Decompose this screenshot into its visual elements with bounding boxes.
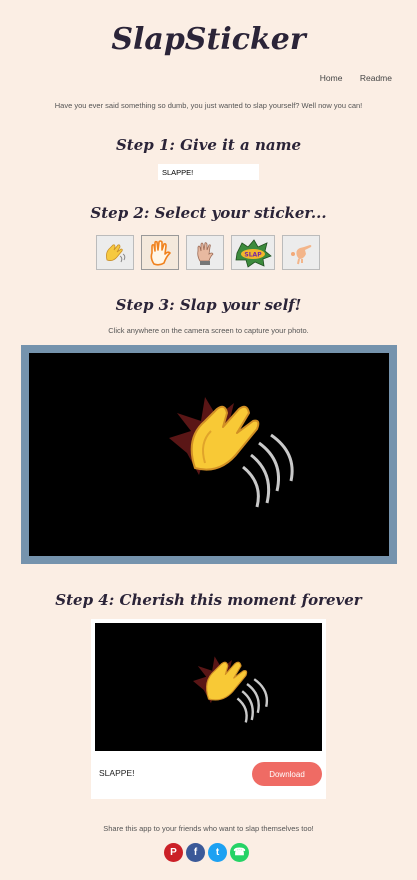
clapping-hand-icon — [106, 243, 126, 262]
twitter-icon[interactable]: t — [208, 843, 227, 862]
clapping-hand-sticker — [169, 397, 294, 508]
camera-hint: Click anywhere on the camera screen to c… — [108, 326, 309, 335]
svg-text:SLAP: SLAP — [244, 251, 262, 258]
pinterest-icon[interactable]: P — [164, 843, 183, 862]
sticker-option-hand-outline[interactable] — [141, 235, 179, 270]
nav-readme-link[interactable]: Readme — [360, 73, 392, 83]
sticker-option-pointing[interactable] — [282, 235, 320, 270]
step4-heading: Step 4: Cherish this moment forever — [55, 591, 362, 609]
result-photo — [95, 623, 322, 751]
nav-home-link[interactable]: Home — [320, 73, 343, 83]
top-nav: Home Readme — [305, 73, 392, 83]
sticker-name-input[interactable] — [158, 164, 259, 180]
sticker-option-clapping[interactable] — [96, 235, 134, 270]
whatsapp-icon[interactable]: ☎ — [230, 843, 249, 862]
raised-hand-outline-icon — [150, 239, 171, 266]
sticker-option-palm[interactable] — [186, 235, 224, 270]
app-title: SlapSticker — [111, 22, 306, 57]
result-name: SLAPPE! — [99, 768, 135, 778]
pointing-hand-icon — [291, 244, 312, 264]
slap-badge-icon: SLAP — [235, 238, 272, 268]
step2-heading: Step 2: Select your sticker... — [90, 204, 327, 222]
camera-frame[interactable] — [21, 345, 397, 564]
share-text: Share this app to your friends who want … — [103, 824, 314, 833]
step3-heading: Step 3: Slap your self! — [115, 296, 302, 314]
step1-heading: Step 1: Give it a name — [115, 136, 302, 154]
sticker-option-slap-badge[interactable]: SLAP — [231, 235, 275, 270]
clapping-hand-sticker — [193, 656, 268, 723]
facebook-icon[interactable]: f — [186, 843, 205, 862]
palm-hand-icon — [197, 241, 214, 265]
camera-screen[interactable] — [29, 353, 389, 556]
download-button[interactable]: Download — [252, 762, 322, 786]
intro-text: Have you ever said something so dumb, yo… — [54, 101, 363, 110]
